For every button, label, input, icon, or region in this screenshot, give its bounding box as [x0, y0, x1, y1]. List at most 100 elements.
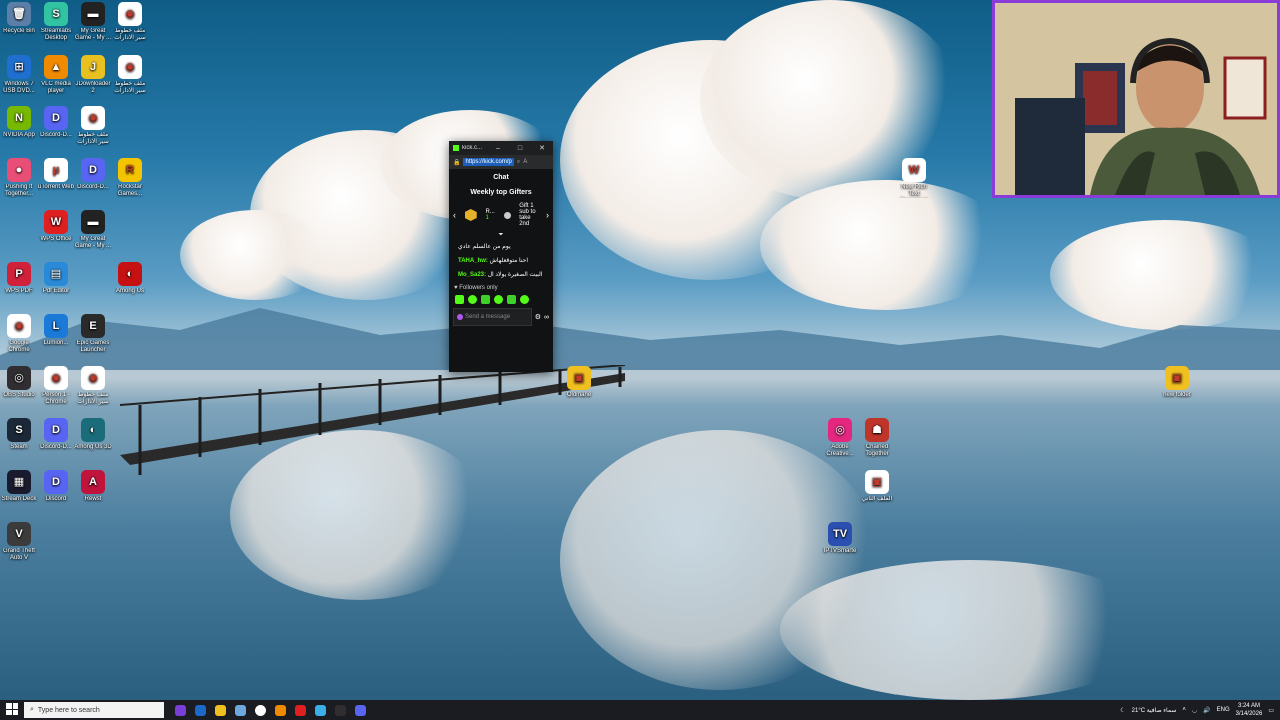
wifi-icon[interactable]: ◡ [1192, 707, 1197, 714]
desktop-icon[interactable]: L Lumion... [37, 314, 75, 354]
window-titlebar[interactable]: kick.c... – □ ✕ [449, 141, 553, 155]
kick-logo-icon [453, 145, 459, 151]
desktop-icon[interactable]: ◉ ملف خطوط سير الادارات [111, 55, 149, 95]
prev-arrow-icon[interactable]: ‹ [453, 210, 456, 220]
taskbar-search[interactable]: ⌕ Type here to search [24, 702, 164, 718]
chat-title: Chat [493, 174, 509, 181]
taskbar-app-button[interactable] [330, 701, 350, 719]
weather-text[interactable]: 21°C سماء صافية [1132, 707, 1177, 714]
desktop-icon[interactable]: ◎ OBS Studio [0, 366, 38, 406]
chat-username[interactable]: TAHA_hw: [458, 258, 488, 264]
taskbar-app-button[interactable] [250, 701, 270, 719]
mic-icon[interactable] [457, 314, 463, 320]
desktop-icon[interactable]: S Streamlabs Desktop [37, 2, 75, 42]
desktop-icon-label: OBS Studio [3, 392, 35, 398]
taskbar-app-button[interactable] [170, 701, 190, 719]
notification-icon[interactable]: ▭ [1268, 707, 1274, 714]
desktop-icon-label: Pushing It Together... [4, 184, 34, 197]
language-indicator[interactable]: ENG [1217, 707, 1230, 713]
heart-icon: ♥ [454, 285, 458, 291]
desktop-icon[interactable]: R Rockstar Games... [111, 158, 149, 198]
desktop-icon-label: Chained Together [865, 444, 889, 457]
desktop-icon[interactable]: W New Rich Text Document [895, 158, 933, 198]
desktop-icon[interactable]: D Discord-D... [37, 106, 75, 146]
taskbar-app-button[interactable] [310, 701, 330, 719]
taskbar-app-icon [354, 704, 366, 716]
desktop-icon[interactable]: ▲ VLC media player [37, 55, 75, 95]
taskbar-app-button[interactable] [210, 701, 230, 719]
url-field[interactable]: https://kick.com/p [463, 158, 514, 166]
start-button[interactable] [6, 703, 18, 715]
gifter-count: 1 [485, 215, 489, 221]
desktop-icon[interactable]: ▣ Oldmane [560, 366, 598, 406]
desktop-icon[interactable]: µ uTorrent Web [37, 158, 75, 198]
desktop-icon[interactable]: J JDownloader 2 [74, 55, 112, 95]
desktop-icon[interactable]: A Rewst [74, 470, 112, 510]
emote-icon[interactable] [494, 295, 503, 304]
taskbar-app-button[interactable] [290, 701, 310, 719]
weather-icon[interactable]: ☾ [1120, 707, 1125, 714]
desktop-icon[interactable]: ◉ ملف خطوط سير الادارات [74, 106, 112, 146]
desktop-icon[interactable]: D Discord-D... [37, 418, 75, 458]
desktop-icon[interactable]: ⊞ Windows 7 USB DVD... [0, 55, 38, 95]
desktop-icon[interactable]: 🗑 Recycle Bin [0, 2, 38, 42]
read-aloud-icon[interactable]: A [523, 159, 527, 165]
message-input[interactable]: Send a message [453, 308, 532, 326]
emote-icon[interactable] [468, 295, 477, 304]
minimize-button[interactable]: – [487, 145, 509, 152]
desktop-icon[interactable]: ● Pushing It Together... [0, 158, 38, 198]
app-icon: ▤ [44, 262, 68, 286]
desktop-icon-label: My Great Game - My ... [74, 28, 112, 41]
emote-icon[interactable] [520, 295, 529, 304]
desktop-icon[interactable]: ☗ Chained Together [858, 418, 896, 458]
taskbar-app-button[interactable] [230, 701, 250, 719]
emote-icon[interactable] [455, 295, 464, 304]
desktop-icon[interactable]: S Steam [0, 418, 38, 458]
taskbar-app-button[interactable] [190, 701, 210, 719]
desktop-icon-label: new folder [1163, 392, 1191, 398]
taskbar-app-button[interactable] [350, 701, 370, 719]
taskbar-app-button[interactable] [270, 701, 290, 719]
desktop-icon[interactable]: ▬ My Great Game - My ... [74, 210, 112, 250]
desktop-icon[interactable]: V Grand Theft Auto V [0, 522, 38, 562]
desktop-icon[interactable]: ◉ ملف خطوط سير الادارات [74, 366, 112, 406]
chat-username[interactable]: Mo_Sa23: [458, 272, 486, 278]
desktop-icon[interactable]: ◉ Google Chrome [0, 314, 38, 354]
chevron-up-icon[interactable]: ˄ [1182, 707, 1186, 713]
desktop-icon[interactable]: ◉ Person 1 - Chrome [37, 366, 75, 406]
desktop-icon[interactable]: W WPS Office [37, 210, 75, 250]
zoom-icon[interactable]: ⌕ [517, 159, 520, 166]
desktop-icon[interactable]: ◉ ملف خطوط سير الادارات [111, 2, 149, 42]
desktop-icon[interactable]: ▤ Pdf Editor [37, 262, 75, 302]
maximize-button[interactable]: □ [509, 145, 531, 152]
clock-time: 3:24 AM [1237, 703, 1260, 709]
desktop-icon[interactable]: N NVIDIA App [0, 106, 38, 146]
app-icon: ◐ [118, 262, 142, 286]
close-button[interactable]: ✕ [531, 144, 553, 152]
desktop-icon[interactable]: ◐ Among Us [111, 262, 149, 302]
filter-icon[interactable]: ⏷ [449, 232, 553, 239]
desktop-icon[interactable]: P WPS PDF [0, 262, 38, 302]
kick-chat-window[interactable]: kick.c... – □ ✕ 🔒 https://kick.com/p ⌕ A… [449, 141, 553, 372]
desktop-icon[interactable]: ▬ My Great Game - My ... [74, 2, 112, 42]
app-icon: ◎ [7, 366, 31, 390]
emote-icon[interactable] [481, 295, 490, 304]
volume-icon[interactable]: 🔊 [1203, 707, 1210, 714]
desktop-icon[interactable]: ▣ الملف الثاني [858, 470, 896, 510]
app-icon: ☗ [865, 418, 889, 442]
desktop-icon[interactable]: D Discord-D... [74, 158, 112, 198]
emote-icon[interactable] [507, 295, 516, 304]
clock[interactable]: 3:24 AM 3/14/2026 [1236, 702, 1263, 718]
desktop-icon[interactable]: ▣ new folder [1158, 366, 1196, 406]
address-bar[interactable]: 🔒 https://kick.com/p ⌕ A [449, 155, 553, 169]
desktop-icon[interactable]: E Epic Games Launcher [74, 314, 112, 354]
desktop-icon[interactable]: ▦ Stream Deck [0, 470, 38, 510]
desktop-icon[interactable]: TV IPTVSmarte [821, 522, 859, 562]
emoji-icon[interactable]: ∞ [544, 314, 549, 321]
desktop-icon[interactable]: D Discord [37, 470, 75, 510]
desktop-icon[interactable]: ◎ Adobe Creative... [821, 418, 859, 458]
settings-icon[interactable]: ⚙ [535, 313, 541, 321]
desktop-icon-label: Streamlabs Desktop [40, 28, 72, 41]
next-arrow-icon[interactable]: › [546, 210, 549, 220]
desktop-icon[interactable]: ◐ Among Us 3D [74, 418, 112, 458]
